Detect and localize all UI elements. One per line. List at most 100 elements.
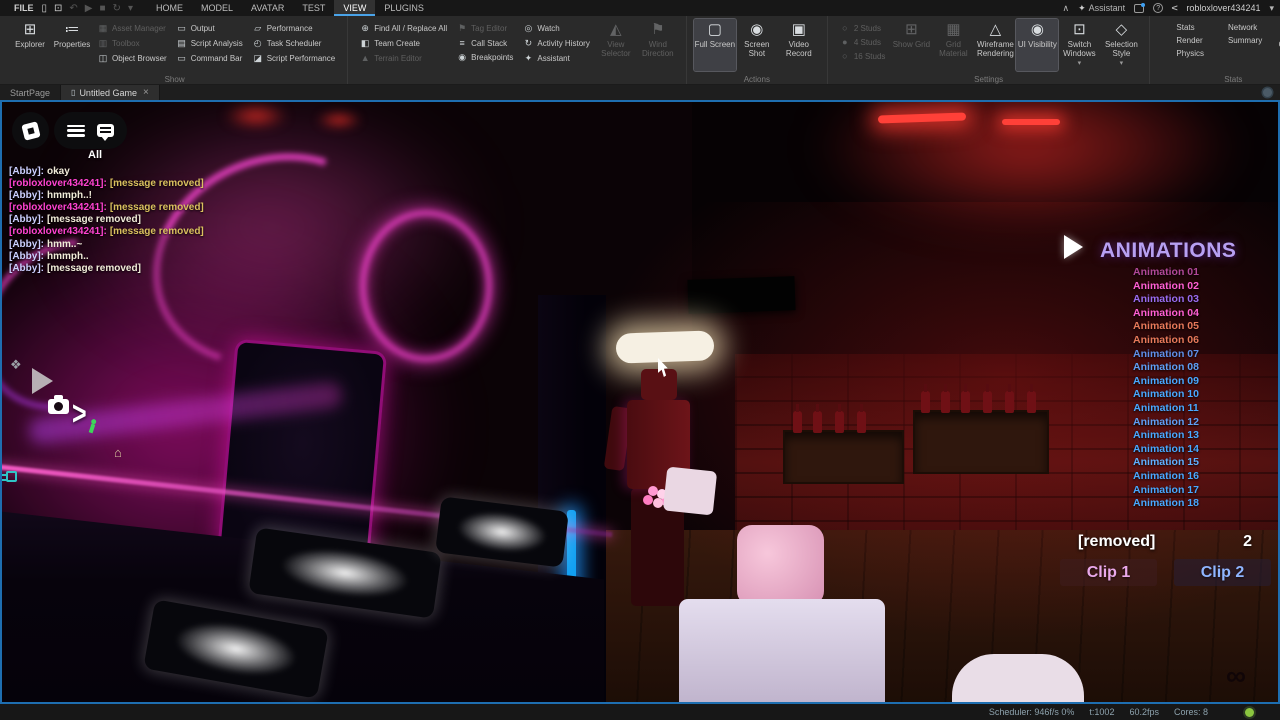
house-icon[interactable]: ⌂ <box>114 445 122 460</box>
notifications-icon[interactable] <box>1134 4 1144 13</box>
chat-username: [Abby]: <box>9 166 44 177</box>
animation-list-item[interactable]: Animation 05 <box>1058 320 1274 334</box>
tab-close-icon[interactable]: × <box>143 87 149 98</box>
menu-tab-avatar[interactable]: AVATAR <box>242 0 293 16</box>
full-screen-label: Full Screen <box>695 41 735 50</box>
tab-startpage[interactable]: StartPage <box>0 85 61 100</box>
share-icon[interactable]: < <box>1172 3 1178 13</box>
animation-list-item[interactable]: Animation 13 <box>1058 429 1274 443</box>
summary-button[interactable]: Summary <box>1214 36 1262 45</box>
assistant-button[interactable]: ✦Assistant <box>523 53 589 64</box>
animation-action-buttons: Clip 1 Clip 2 <box>1060 559 1271 586</box>
performance-button[interactable]: ▱Performance <box>253 23 335 34</box>
ribbon-group-label: Show <box>2 75 347 84</box>
4-studs-button: ●4 Studs <box>840 37 886 47</box>
activity-history-label: Activity History <box>537 39 589 48</box>
clear-button[interactable]: ▙Clear <box>1267 19 1280 71</box>
script-performance-button[interactable]: ◪Script Performance <box>253 53 335 64</box>
roblox-menu-button[interactable] <box>12 112 49 149</box>
menu-tab-plugins[interactable]: PLUGINS <box>375 0 433 16</box>
stats-button[interactable]: Stats <box>1162 23 1204 32</box>
selection-style-button[interactable]: ◇Selection Style▾ <box>1100 19 1142 71</box>
assistant-button[interactable]: ✦ Assistant <box>1078 3 1125 14</box>
explorer-button[interactable]: ⊞Explorer <box>9 19 51 71</box>
call-stack-button[interactable]: ≡Call Stack <box>457 38 513 48</box>
help-icon[interactable]: ? <box>1153 3 1163 13</box>
animation-list-item[interactable]: Animation 17 <box>1058 484 1274 498</box>
switch-windows-button[interactable]: ⊡Switch Windows▾ <box>1058 19 1100 71</box>
game-viewport[interactable]: ❖ > ⌂ All [Abby]:okay[robloxlover434241]… <box>0 100 1280 704</box>
tab-untitled-game[interactable]: ▯Untitled Game× <box>61 85 160 100</box>
object-browser-button[interactable]: ◫Object Browser <box>98 53 167 64</box>
ribbon-group-label: Actions <box>687 75 827 84</box>
new-file-icon[interactable]: ▯ <box>42 3 48 14</box>
account-caret-icon[interactable]: ▾ <box>1269 3 1274 14</box>
activity-history-button[interactable]: ↻Activity History <box>523 38 589 49</box>
team-create-label: Team Create <box>374 39 420 48</box>
breakpoints-button[interactable]: ◉Breakpoints <box>457 52 513 63</box>
animation-list-item[interactable]: Animation 12 <box>1058 416 1274 430</box>
ui-visibility-button[interactable]: ◉UI Visibility <box>1016 19 1058 71</box>
animation-list-item[interactable]: Animation 02 <box>1058 280 1274 294</box>
animation-list-item[interactable]: Animation 03 <box>1058 293 1274 307</box>
play-overlay-icon[interactable] <box>32 368 53 394</box>
chat-channel-label: All <box>88 149 102 161</box>
find-all-replace-all-button[interactable]: ⊕Find All / Replace All <box>360 23 447 34</box>
bottle-shelf <box>913 410 1049 474</box>
view-selector-icon: ◭ <box>610 22 622 40</box>
tab-label: Untitled Game <box>79 88 137 98</box>
plug-icon[interactable] <box>6 471 17 482</box>
command-bar-button[interactable]: ▭Command Bar <box>177 53 243 64</box>
open-file-icon[interactable]: ⊡ <box>54 3 62 14</box>
assistant-spark-icon: ✦ <box>1078 3 1086 14</box>
animation-list-item[interactable]: Animation 14 <box>1058 443 1274 457</box>
rig-icon[interactable]: ❖ <box>10 357 22 373</box>
wireframe-rendering-button[interactable]: △Wireframe Rendering <box>974 19 1016 71</box>
animation-list-item[interactable]: Animation 01 <box>1058 266 1274 280</box>
animation-list-item[interactable]: Animation 06 <box>1058 334 1274 348</box>
output-button[interactable]: ▭Output <box>177 23 243 34</box>
menu-tab-home[interactable]: HOME <box>147 0 192 16</box>
chat-toggle-icon[interactable] <box>97 124 114 137</box>
team-create-icon: ◧ <box>360 38 370 49</box>
properties-button[interactable]: ≔Properties <box>51 19 93 71</box>
chevron-right-icon[interactable]: > <box>72 395 87 434</box>
network-button[interactable]: Network <box>1214 23 1262 32</box>
screen-shot-button[interactable]: ◉Screen Shot <box>736 19 778 71</box>
animation-list-item[interactable]: Animation 08 <box>1058 361 1274 375</box>
menu-tab-test[interactable]: TEST <box>293 0 334 16</box>
camera-icon[interactable] <box>48 399 69 414</box>
file-menu[interactable]: FILE <box>6 3 42 13</box>
script-analysis-button[interactable]: ▤Script Analysis <box>177 38 243 49</box>
animation-list-item[interactable]: Animation 07 <box>1058 348 1274 362</box>
watch-button[interactable]: ◎Watch <box>523 23 589 34</box>
video-record-button[interactable]: ▣Video Record <box>778 19 820 71</box>
menu-tab-model[interactable]: MODEL <box>192 0 242 16</box>
menu-tab-view[interactable]: VIEW <box>334 0 375 16</box>
settings-gear-icon[interactable] <box>1263 88 1272 97</box>
task-scheduler-button[interactable]: ◴Task Scheduler <box>253 38 335 49</box>
animation-button-clip-2[interactable]: Clip 2 <box>1174 559 1271 586</box>
bottle <box>983 391 992 413</box>
animation-list-item[interactable]: Animation 04 <box>1058 307 1274 321</box>
tabs: StartPage▯Untitled Game× <box>0 85 160 100</box>
animation-list-item[interactable]: Animation 09 <box>1058 375 1274 389</box>
summary-label: Summary <box>1228 36 1262 45</box>
account-name[interactable]: robloxlover434241 <box>1186 3 1260 13</box>
titlebar-right: ∧ ✦ Assistant ? < robloxlover434241 ▾ <box>1062 3 1274 14</box>
render-button[interactable]: Render <box>1162 36 1204 45</box>
animation-list-item[interactable]: Animation 16 <box>1058 470 1274 484</box>
physics-button[interactable]: Physics <box>1162 49 1204 58</box>
full-screen-button[interactable]: ▢Full Screen <box>694 19 736 71</box>
animation-button-clip-1[interactable]: Clip 1 <box>1060 559 1157 586</box>
hamburger-menu-icon[interactable] <box>67 125 85 137</box>
animation-list-item[interactable]: Animation 10 <box>1058 388 1274 402</box>
animation-list-item[interactable]: Animation 18 <box>1058 497 1274 511</box>
animations-play-icon[interactable] <box>1064 235 1083 259</box>
grid-material-button: ▦Grid Material <box>932 19 974 71</box>
animation-list-item[interactable]: Animation 11 <box>1058 402 1274 416</box>
animation-list-item[interactable]: Animation 15 <box>1058 456 1274 470</box>
ribbon-block: ⊞Show Grid▦Grid Material△Wireframe Rende… <box>890 19 1142 71</box>
team-create-button[interactable]: ◧ Team Create <box>360 38 447 49</box>
collapse-ribbon-icon[interactable]: ∧ <box>1062 3 1069 14</box>
